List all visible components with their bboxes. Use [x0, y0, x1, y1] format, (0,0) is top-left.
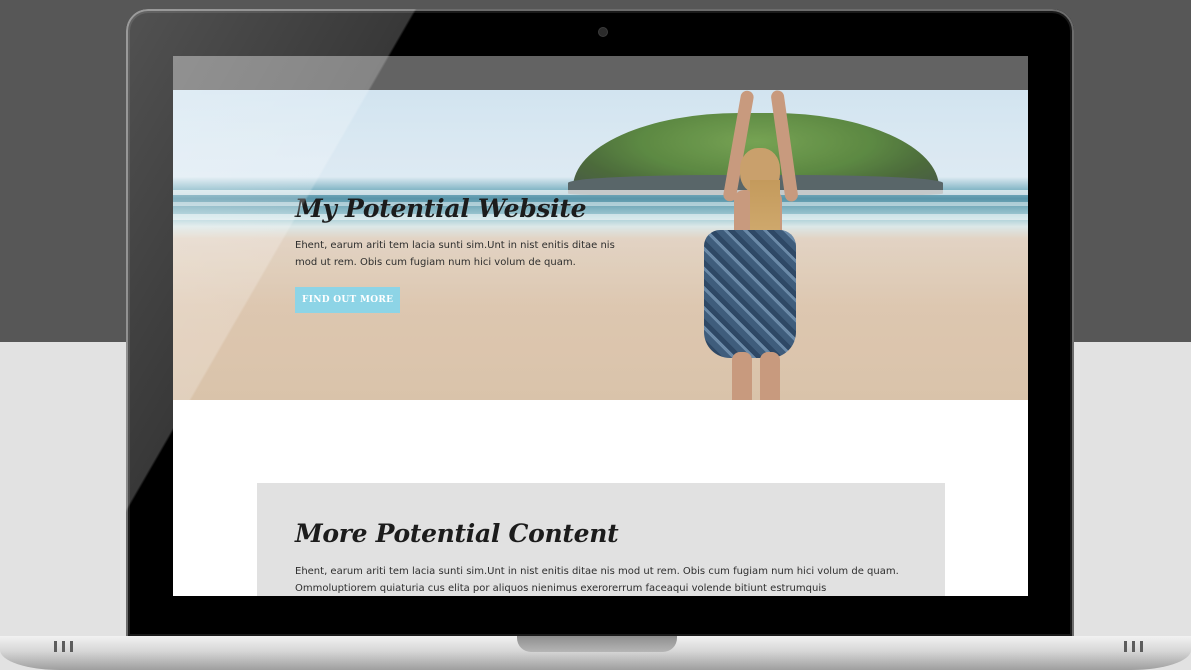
laptop-lid: My Potential Website Ehent, earum ariti … — [126, 9, 1074, 638]
hero-body-text: Ehent, earum ariti tem lacia sunti sim.U… — [295, 240, 615, 268]
vent-icon — [1124, 641, 1143, 652]
site-navbar — [173, 56, 1028, 90]
camera-icon — [599, 28, 607, 36]
content-section: More Potential Content Ehent, earum arit… — [257, 483, 945, 596]
laptop-hinge — [517, 636, 677, 652]
figure-romper — [704, 230, 796, 358]
hero-woman-figure — [698, 90, 808, 400]
hero-text-block: My Potential Website Ehent, earum ariti … — [295, 194, 635, 313]
laptop-screen: My Potential Website Ehent, earum ariti … — [173, 56, 1028, 596]
find-out-more-button[interactable]: FIND OUT MORE — [295, 287, 401, 313]
hero-title: My Potential Website — [295, 194, 587, 223]
content-body-text: Ehent, earum ariti tem lacia sunti sim.U… — [295, 566, 899, 594]
figure-leg — [732, 352, 752, 400]
figure-leg — [760, 352, 780, 400]
content-title: More Potential Content — [295, 519, 619, 548]
vent-icon — [54, 641, 73, 652]
hero-section: My Potential Website Ehent, earum ariti … — [173, 90, 1028, 400]
